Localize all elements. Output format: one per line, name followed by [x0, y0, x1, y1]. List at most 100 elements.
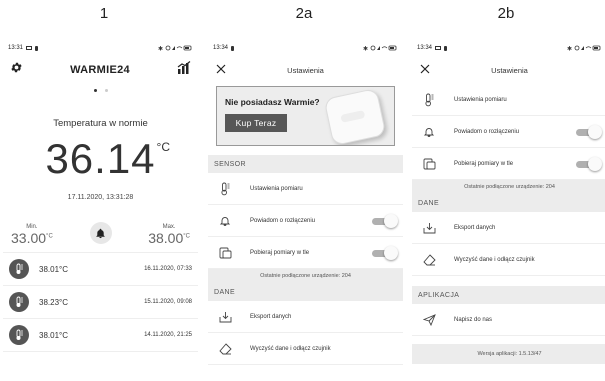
screen-settings-bottom: 13:34 ✱ Ustawienia Ustawienia pomiaru Po…	[412, 40, 605, 381]
temperature-display: 36.14 °C	[3, 135, 198, 183]
app-version: Wersja aplikacji: 1.5.13/47	[412, 344, 605, 364]
page-indicator[interactable]	[3, 84, 198, 96]
top-bar: WARMIE24	[3, 56, 198, 84]
history-temperature: 38.01°C	[39, 330, 68, 340]
alarm-button[interactable]	[89, 222, 112, 244]
close-icon	[420, 64, 430, 74]
item-label: Wyczyść dane i odłącz czujnik	[250, 345, 331, 352]
svg-text:✱: ✱	[158, 46, 163, 52]
settings-header: Ustawienia	[208, 56, 403, 84]
temperature-value: 36.14	[45, 135, 156, 182]
clear-data-item[interactable]: Wyczyść dane i odłącz czujnik	[208, 333, 403, 365]
svg-text:✱: ✱	[567, 46, 572, 52]
notification-icon	[26, 46, 33, 50]
item-label: Ustawienia pomiaru	[250, 185, 303, 192]
status-icons: ✱	[567, 46, 601, 52]
section-header-data: DANE	[412, 194, 605, 212]
battery-saver-icon	[444, 45, 448, 51]
svg-text:✱: ✱	[363, 46, 368, 52]
close-icon	[216, 64, 226, 74]
app-title: WARMIE24	[70, 64, 130, 76]
history-time: 15.11.2020, 09:08	[144, 299, 192, 305]
last-device-info: Ostatnie podłączone urządzenie: 204	[412, 180, 605, 194]
status-icons: ✱	[158, 46, 192, 52]
background-measure-item[interactable]: Pobieraj pomiary w tle	[208, 237, 403, 269]
item-label: Powiadom o rozłączeniu	[250, 217, 316, 224]
bell-icon	[421, 124, 437, 140]
settings-title: Ustawienia	[491, 65, 528, 75]
status-bar: 13:34 ✱	[208, 40, 403, 56]
measurement-settings-item[interactable]: Ustawienia pomiaru	[412, 84, 605, 116]
thermometer-icon	[9, 292, 29, 312]
status-bar: 13:31 ✱	[3, 40, 198, 56]
battery-saver-icon	[35, 45, 39, 51]
measurement-datetime: 17.11.2020, 13:31:28	[67, 194, 134, 201]
item-label: Ustawienia pomiaru	[454, 96, 507, 103]
background-measure-toggle[interactable]	[372, 245, 398, 260]
screen-settings-top: 13:34 ✱ Ustawienia Nie posiadasz Warmie?…	[208, 40, 403, 381]
stats-button[interactable]	[177, 61, 191, 79]
status-icons: ✱	[363, 46, 397, 52]
min-max-row: Min. 33.00°C Max. 38.00°C	[3, 213, 198, 246]
promo-question: Nie posiadasz Warmie?	[225, 97, 320, 107]
status-time: 13:31	[8, 45, 24, 51]
history-time: 16.11.2020, 07:33	[144, 266, 192, 272]
page-dot[interactable]	[104, 88, 108, 92]
min-block: Min. 33.00°C	[11, 224, 53, 246]
thermometer-icon	[9, 325, 29, 345]
chart-icon	[177, 61, 191, 74]
disconnect-notify-toggle[interactable]	[576, 124, 602, 139]
close-button[interactable]	[420, 61, 430, 79]
disconnect-notify-toggle[interactable]	[372, 213, 398, 228]
settings-title: Ustawienia	[287, 65, 324, 75]
item-label: Pobieraj pomiary w tle	[250, 249, 310, 256]
download-icon	[421, 220, 437, 236]
measurement-settings-item[interactable]: Ustawienia pomiaru	[208, 173, 403, 205]
history-row[interactable]: 38.01°C 14.11.2020, 21:25	[3, 319, 198, 352]
thermometer-icon	[421, 92, 437, 108]
temperature-unit: °C	[156, 140, 171, 154]
export-data-item[interactable]: Eksport danych	[412, 212, 605, 244]
panel-label-2b: 2b	[497, 5, 515, 22]
section-header-app: APLIKACJA	[412, 286, 605, 304]
item-label: Napisz do nas	[454, 316, 493, 323]
settings-button[interactable]	[10, 61, 23, 79]
buy-now-button[interactable]: Kup Teraz	[225, 114, 287, 132]
disconnect-notify-item[interactable]: Powiadom o rozłączeniu	[412, 116, 605, 148]
thermometer-icon	[217, 181, 233, 197]
phone-icon	[217, 245, 233, 261]
battery-saver-icon	[231, 45, 235, 51]
page-dot-active[interactable]	[93, 88, 97, 92]
last-device-info: Ostatnie podłączone urządzenie: 204	[208, 269, 403, 283]
item-label: Pobieraj pomiary w tle	[454, 160, 514, 167]
sensor-device-image	[323, 87, 387, 145]
item-label: Wyczyść dane i odłącz czujnik	[454, 256, 535, 263]
export-data-item[interactable]: Eksport danych	[208, 301, 403, 333]
background-measure-item[interactable]: Pobieraj pomiary w tle	[412, 148, 605, 180]
panel-label-1: 1	[99, 5, 109, 22]
max-unit: °C	[183, 233, 190, 240]
item-label: Eksport danych	[454, 224, 496, 231]
temperature-status: Temperatura w normie	[53, 118, 148, 129]
bell-icon	[217, 213, 233, 229]
bell-icon	[96, 228, 105, 238]
max-block: Max. 38.00°C	[148, 224, 190, 246]
download-icon	[217, 309, 233, 325]
gear-icon	[11, 62, 22, 73]
clear-data-item[interactable]: Wyczyść dane i odłącz czujnik	[412, 244, 605, 276]
contact-us-item[interactable]: Napisz do nas	[412, 304, 605, 336]
promo-banner: Nie posiadasz Warmie? Kup Teraz	[216, 86, 395, 146]
close-button[interactable]	[216, 61, 226, 79]
disconnect-notify-item[interactable]: Powiadom o rozłączeniu	[208, 205, 403, 237]
section-header-sensor: SENSOR	[208, 155, 403, 173]
settings-header: Ustawienia	[412, 56, 605, 84]
history-list: 38.01°C 16.11.2020, 07:33 38.23°C 15.11.…	[3, 252, 198, 352]
send-icon	[421, 312, 437, 328]
min-value: 33.00	[11, 230, 47, 246]
history-row[interactable]: 38.23°C 15.11.2020, 09:08	[3, 286, 198, 319]
history-row[interactable]: 38.01°C 16.11.2020, 07:33	[3, 253, 198, 286]
status-time: 13:34	[417, 45, 433, 51]
notification-icon	[435, 46, 442, 50]
status-bar: 13:34 ✱	[412, 40, 605, 56]
background-measure-toggle[interactable]	[576, 156, 602, 171]
